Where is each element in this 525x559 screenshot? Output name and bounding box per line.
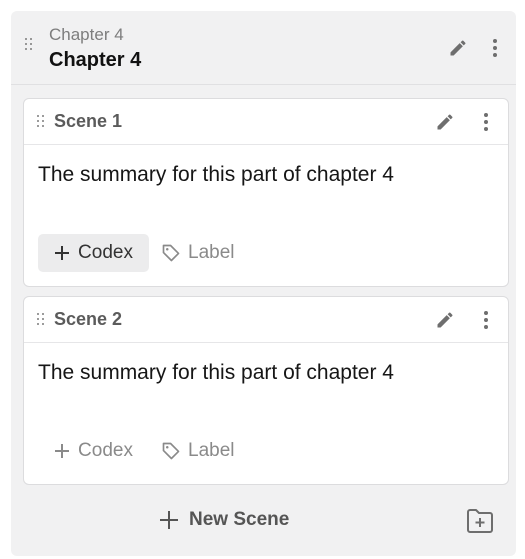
chapter-more-button[interactable] <box>485 35 505 61</box>
tag-icon <box>162 244 180 262</box>
scene-summary[interactable]: The summary for this part of chapter 4 <box>38 361 394 385</box>
chapter-header: Chapter 4 Chapter 4 <box>11 11 516 85</box>
new-folder-button[interactable] <box>465 506 495 536</box>
pencil-icon <box>450 40 466 56</box>
chapter-subtitle: Chapter 4 <box>49 25 124 44</box>
scene-more-button[interactable] <box>476 109 496 135</box>
folder-plus-icon <box>467 509 493 533</box>
scene-header: Scene 2 <box>24 297 508 343</box>
plus-icon <box>160 511 178 529</box>
add-label-button[interactable]: Label <box>161 234 235 272</box>
add-codex-button[interactable]: Codex <box>38 234 149 272</box>
chapter-title[interactable]: Chapter 4 <box>49 49 141 72</box>
add-label-button[interactable]: Label <box>161 432 235 470</box>
scene-title[interactable]: Scene 1 <box>54 111 122 132</box>
chapter-edit-button[interactable] <box>445 35 471 61</box>
plus-icon <box>55 246 70 260</box>
codex-label: Codex <box>78 242 133 263</box>
add-codex-button[interactable]: Codex <box>38 432 149 470</box>
drag-handle-icon[interactable] <box>37 313 44 325</box>
scene-edit-button[interactable] <box>432 307 458 333</box>
chapter-panel: Chapter 4 Chapter 4 Scene 1 The summary … <box>11 11 516 556</box>
scene-card[interactable]: Scene 1 The summary for this part of cha… <box>23 98 509 287</box>
drag-handle-icon[interactable] <box>37 115 44 127</box>
scene-edit-button[interactable] <box>432 109 458 135</box>
drag-handle-icon[interactable] <box>25 38 32 50</box>
new-scene-label: New Scene <box>189 509 290 530</box>
plus-icon <box>55 444 70 458</box>
scene-title[interactable]: Scene 2 <box>54 309 122 330</box>
scene-summary[interactable]: The summary for this part of chapter 4 <box>38 163 394 187</box>
pencil-icon <box>437 114 453 130</box>
tag-icon <box>162 442 180 460</box>
label-text: Label <box>188 440 235 461</box>
codex-label: Codex <box>78 440 133 461</box>
new-scene-button[interactable]: New Scene <box>159 503 289 537</box>
more-vertical-icon <box>493 39 497 57</box>
scene-header: Scene 1 <box>24 99 508 145</box>
more-vertical-icon <box>484 311 488 329</box>
more-vertical-icon <box>484 113 488 131</box>
label-text: Label <box>188 242 235 263</box>
scene-more-button[interactable] <box>476 307 496 333</box>
scene-card[interactable]: Scene 2 The summary for this part of cha… <box>23 296 509 485</box>
pencil-icon <box>437 312 453 328</box>
